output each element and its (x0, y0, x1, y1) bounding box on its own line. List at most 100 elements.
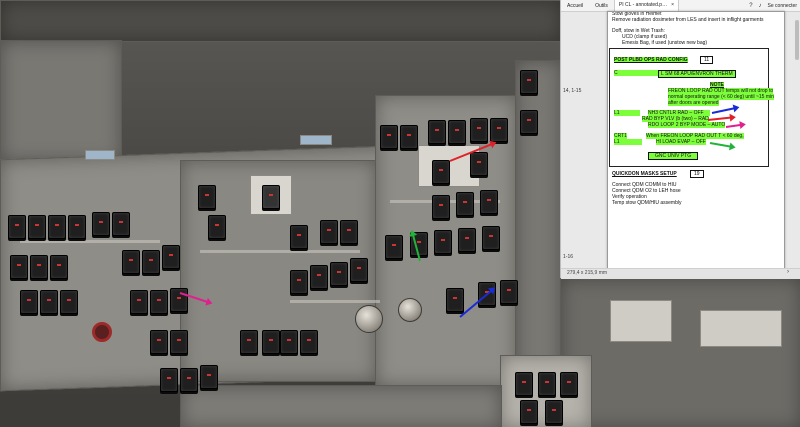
signin-link[interactable]: Se connecter (768, 3, 797, 9)
toggle-switch[interactable] (545, 400, 563, 424)
toggle-switch[interactable] (290, 270, 308, 294)
toggle-switch[interactable] (500, 280, 518, 304)
toggle-switch[interactable] (240, 330, 258, 354)
note-line: after doors are opened (668, 100, 719, 106)
toggle-switch[interactable] (8, 215, 26, 239)
mounting-bracket (610, 300, 672, 342)
toggle-switch[interactable] (520, 400, 538, 424)
toggle-switch[interactable] (456, 192, 474, 216)
help-icon[interactable]: ? (749, 3, 752, 9)
label-strip (290, 300, 380, 303)
toggle-switch[interactable] (208, 215, 226, 239)
toggle-switch[interactable] (482, 226, 500, 250)
toggle-switch[interactable] (458, 228, 476, 252)
toggle-switch[interactable] (432, 160, 450, 184)
toggle-switch[interactable] (320, 220, 338, 244)
lower-left-console (180, 385, 502, 427)
toggle-switch[interactable] (200, 365, 218, 389)
toggle-switch[interactable] (538, 372, 556, 396)
page-rule (609, 166, 769, 167)
toggle-switch[interactable] (122, 250, 140, 274)
menu-tools[interactable]: Outils (589, 3, 614, 9)
toggle-switch[interactable] (50, 255, 68, 279)
mounting-bracket (300, 135, 332, 145)
toggle-switch[interactable] (470, 152, 488, 176)
warning-ring (92, 322, 112, 342)
toggle-switch[interactable] (310, 265, 328, 289)
toggle-switch[interactable] (515, 372, 533, 396)
toggle-switch[interactable] (142, 250, 160, 274)
scrollbar[interactable] (795, 20, 799, 60)
toggle-switch[interactable] (30, 255, 48, 279)
toggle-switch[interactable] (20, 290, 38, 314)
toggle-switch[interactable] (48, 215, 66, 239)
toggle-switch[interactable] (112, 212, 130, 236)
mounting-bracket (700, 310, 782, 347)
rotary-knob[interactable] (398, 298, 422, 322)
toggle-switch[interactable] (280, 330, 298, 354)
toggle-switch[interactable] (198, 185, 216, 209)
toggle-switch[interactable] (28, 215, 46, 239)
toggle-switch[interactable] (385, 235, 403, 259)
doc-line: Emesis Bag, if used (unstow new bag) (622, 40, 708, 46)
toggle-switch[interactable] (480, 190, 498, 214)
toggle-switch[interactable] (434, 230, 452, 254)
bell-icon[interactable]: ♪ (759, 3, 762, 9)
toggle-switch[interactable] (262, 330, 280, 354)
section-number: 19 (690, 170, 704, 178)
page-rule (609, 48, 769, 49)
toggle-switch[interactable] (170, 330, 188, 354)
toggle-switch[interactable] (428, 120, 446, 144)
upper-left-panel (0, 40, 122, 162)
toggle-switch[interactable] (340, 220, 358, 244)
section-title: POST PLBD OPS RAD CONFIG (614, 57, 688, 63)
rotary-knob[interactable] (355, 305, 383, 333)
close-icon[interactable]: × (671, 0, 674, 11)
toggle-switch[interactable] (40, 290, 58, 314)
page-rule (609, 48, 610, 166)
annotation-arrow-magenta (725, 123, 744, 128)
toggle-switch[interactable] (60, 290, 78, 314)
toggle-switch[interactable] (350, 258, 368, 282)
toggle-switch[interactable] (170, 288, 188, 312)
far-right-panel (515, 60, 562, 382)
page-ref: 1-16 (563, 254, 574, 260)
toggle-switch[interactable] (520, 110, 538, 134)
toggle-switch[interactable] (162, 245, 180, 269)
toggle-switch[interactable] (10, 255, 28, 279)
toggle-switch[interactable] (470, 118, 488, 142)
doc-line: RDO LOOP 2 BYP MODE – AUTO (648, 122, 726, 128)
tab-document[interactable]: PI CL - annotated.p… × (613, 0, 680, 11)
doc-line: HI LOAD EVAP – OFF (656, 139, 706, 145)
toggle-switch[interactable] (180, 368, 198, 392)
toggle-switch[interactable] (400, 125, 418, 149)
toggle-switch[interactable] (150, 330, 168, 354)
toggle-switch[interactable] (262, 185, 280, 209)
toggle-switch[interactable] (92, 212, 110, 236)
toggle-switch[interactable] (290, 225, 308, 249)
chevron-right-icon[interactable]: › (787, 269, 789, 275)
toggle-switch[interactable] (446, 288, 464, 312)
menu-home[interactable]: Accueil (561, 3, 589, 9)
doc-label: L1 (614, 110, 640, 116)
toggle-switch[interactable] (330, 262, 348, 286)
section-number: 11 (700, 56, 714, 64)
status-bar: 279,4 x 215,9 mm › (561, 268, 800, 279)
page-rule (768, 48, 769, 166)
toggle-switch[interactable] (160, 368, 178, 392)
section-title: QUICKDON MASKS SETUP (612, 171, 677, 177)
toggle-switch[interactable] (520, 70, 538, 94)
pdf-page[interactable]: Stow gloves in Helmet Remove radiation d… (607, 11, 785, 269)
label-strip (200, 250, 360, 253)
tab-document-label: PI CL - annotated.p… (618, 2, 668, 8)
toggle-switch[interactable] (150, 290, 168, 314)
toggle-switch[interactable] (380, 125, 398, 149)
toggle-switch[interactable] (130, 290, 148, 314)
toggle-switch[interactable] (300, 330, 318, 354)
pdf-viewer-window: Accueil Outils PI CL - annotated.p… × ? … (560, 0, 800, 279)
toggle-switch[interactable] (560, 372, 578, 396)
toggle-switch[interactable] (68, 215, 86, 239)
toggle-switch[interactable] (448, 120, 466, 144)
doc-label: L1 (614, 139, 642, 145)
toggle-switch[interactable] (432, 195, 450, 219)
